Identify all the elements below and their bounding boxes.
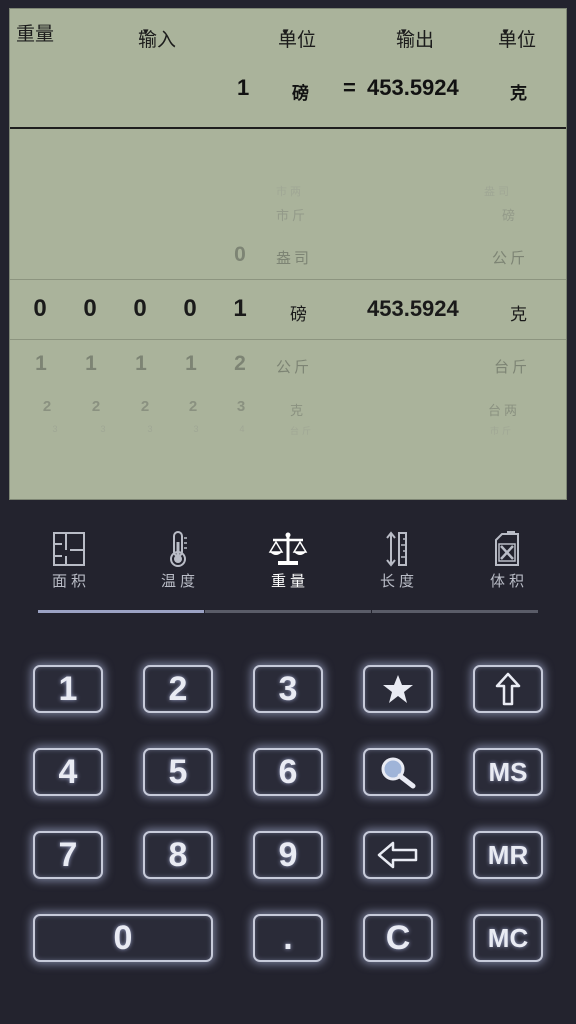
key-8[interactable]: 8 xyxy=(143,831,213,879)
picker-row-below-3[interactable]: 3 3 3 3 4 台斤 市斤 xyxy=(10,424,566,454)
key-1[interactable]: 1 xyxy=(33,665,103,713)
tab-temperature-label: 温度 xyxy=(160,573,199,590)
favorite-button[interactable] xyxy=(363,665,433,713)
tab-volume-label: 体积 xyxy=(489,573,528,590)
tab-temperature[interactable]: 温度 xyxy=(133,520,223,598)
memory-recall-button[interactable]: MR xyxy=(473,831,543,879)
key-5[interactable]: 5 xyxy=(143,748,213,796)
tab-indicator-track xyxy=(372,610,538,613)
caret-down-icon: ▾ xyxy=(401,26,407,38)
magnifier-icon xyxy=(381,757,416,789)
left-arrow-icon xyxy=(377,841,418,869)
result-equals: = xyxy=(343,75,356,100)
ruler-icon xyxy=(386,531,407,567)
up-arrow-icon xyxy=(495,672,521,706)
tab-volume[interactable]: 体积 xyxy=(462,520,552,598)
tab-indicator-track xyxy=(205,610,371,613)
caret-down-icon: ▾ xyxy=(143,26,149,38)
header-row: 重量 输入 ▾ 单位 ▾ 输出 ▾ 单位 ▾ xyxy=(10,13,566,51)
picker-row-selected[interactable]: 0 0 0 0 1 磅 453.5924 克 xyxy=(10,295,566,325)
tab-indicator-active xyxy=(38,610,204,613)
tab-length[interactable]: 长度 xyxy=(352,520,442,598)
decimal-point-key[interactable]: . xyxy=(253,914,323,962)
key-2[interactable]: 2 xyxy=(143,665,213,713)
result-output-value: 453.5924 xyxy=(367,75,459,100)
search-button[interactable] xyxy=(363,748,433,796)
picker-row-above-2[interactable]: 市斤 磅 xyxy=(10,205,566,235)
picker-row-above-1[interactable]: 0 盎司 公斤 xyxy=(10,243,566,273)
tab-area-label: 面积 xyxy=(51,573,90,590)
result-input-value: 1 xyxy=(237,75,250,100)
clear-button[interactable]: C xyxy=(363,914,433,962)
tab-area[interactable]: 面积 xyxy=(24,520,114,598)
result-output-unit: 克 xyxy=(510,84,529,103)
key-6[interactable]: 6 xyxy=(253,748,323,796)
floorplan-icon xyxy=(53,532,85,566)
jerrycan-icon xyxy=(495,531,519,566)
star-icon xyxy=(383,675,413,703)
tab-length-label: 长度 xyxy=(379,573,418,590)
key-7[interactable]: 7 xyxy=(33,831,103,879)
result-input-unit: 磅 xyxy=(292,84,311,103)
category-tabs: 面积 温度 重量 长度 体积 xyxy=(0,520,576,600)
key-0[interactable]: 0 xyxy=(33,914,213,962)
result-divider xyxy=(10,127,566,129)
caret-down-icon: ▾ xyxy=(503,26,509,38)
swap-units-button[interactable] xyxy=(473,665,543,713)
picker-row-below-1[interactable]: 1 1 1 1 2 公斤 台斤 xyxy=(10,352,566,382)
picker-selection-top xyxy=(10,279,566,280)
tab-weight-label: 重量 xyxy=(270,573,309,590)
caret-down-icon: ▾ xyxy=(283,26,289,38)
memory-clear-button[interactable]: MC xyxy=(473,914,543,962)
key-3[interactable]: 3 xyxy=(253,665,323,713)
key-9[interactable]: 9 xyxy=(253,831,323,879)
key-4[interactable]: 4 xyxy=(33,748,103,796)
backspace-button[interactable] xyxy=(363,831,433,879)
category-title: 重量 xyxy=(16,24,55,45)
picker-selection-bottom xyxy=(10,339,566,340)
memory-store-button[interactable]: MS xyxy=(473,748,543,796)
scale-icon xyxy=(268,532,308,565)
result-row: 1 磅 = 453.5924 克 xyxy=(10,73,566,115)
lcd-display: 重量 输入 ▾ 单位 ▾ 输出 ▾ 单位 ▾ 1 磅 = 453.5924 克 市两 盎… xyxy=(9,8,567,500)
tab-weight[interactable]: 重量 xyxy=(243,520,333,598)
thermometer-icon xyxy=(170,531,187,567)
